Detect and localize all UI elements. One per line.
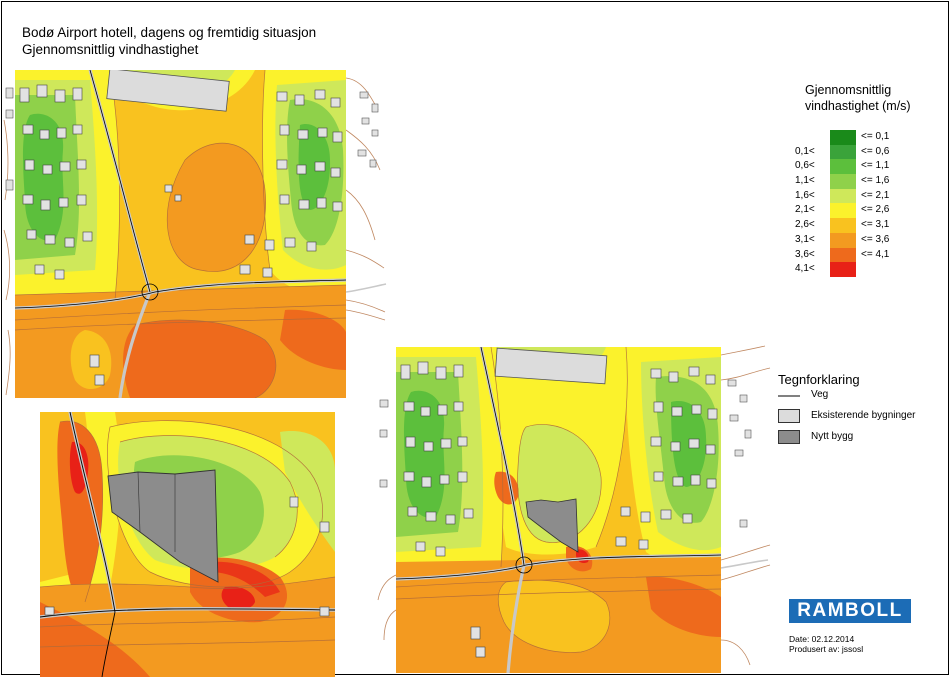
legend-label-nytt-bygg: Nytt bygg bbox=[811, 431, 854, 442]
legend-label-eksisterende: Eksisterende bygninger bbox=[811, 410, 916, 421]
scale-row: 0,6< <= 1,1 bbox=[795, 159, 905, 175]
scale-upper-bound: <= 2,6 bbox=[861, 204, 890, 216]
scale-color-swatch bbox=[830, 218, 856, 233]
scale-color-swatch bbox=[830, 144, 856, 160]
scale-color-swatch bbox=[830, 174, 856, 189]
map-metadata: Date: 02.12.2014 Produsert av: jssosl bbox=[789, 634, 863, 654]
scale-row: 2,6< <= 3,1 bbox=[795, 218, 905, 233]
scale-lower-bound: 2,1< bbox=[795, 204, 815, 216]
scale-lower-bound: 1,6< bbox=[795, 189, 815, 201]
scale-row: <= 0,1 bbox=[795, 130, 905, 145]
scale-row: 3,6< <= 4,1 bbox=[795, 247, 905, 263]
scale-row: 1,1< <= 1,6 bbox=[795, 174, 905, 189]
scale-lower-bound: 0,6< bbox=[795, 160, 815, 172]
new-building-swatch bbox=[778, 430, 800, 444]
scale-title-line-1: Gjennomsnittlig bbox=[805, 83, 892, 97]
scale-upper-bound: <= 1,6 bbox=[861, 175, 890, 187]
scale-upper-bound: <= 1,1 bbox=[861, 160, 890, 172]
scale-row: 3,1< <= 3,6 bbox=[795, 232, 905, 248]
map-new-building-detail[interactable] bbox=[40, 412, 335, 677]
legend-label-veg: Veg bbox=[811, 389, 829, 400]
scale-lower-bound: 3,6< bbox=[795, 248, 815, 260]
scale-lower-bound: 3,1< bbox=[795, 233, 815, 245]
scale-upper-bound: <= 0,1 bbox=[861, 131, 890, 142]
scale-color-swatch bbox=[830, 159, 856, 175]
scale-title: Gjennomsnittlig vindhastighet (m/s) bbox=[805, 82, 911, 114]
scale-color-swatch bbox=[830, 232, 856, 248]
scale-color-swatch bbox=[830, 247, 856, 263]
scale-row: 4,1< bbox=[795, 262, 905, 277]
scale-upper-bound: <= 3,1 bbox=[861, 219, 890, 231]
scale-upper-bound: <= 2,1 bbox=[861, 189, 890, 201]
road-line-icon bbox=[778, 395, 800, 397]
wind-speed-scale: <= 0,1 0,1< <= 0,6 0,6< <= 1,1 1,1< <= 1,6 1,6<… bbox=[795, 130, 905, 277]
scale-upper-bound: <= 0,6 bbox=[861, 145, 890, 157]
scale-row: 0,1< <= 0,6 bbox=[795, 144, 905, 160]
scale-upper-bound: <= 4,1 bbox=[861, 248, 890, 260]
scale-color-swatch bbox=[830, 203, 856, 219]
ramboll-logo: RAMBOLL bbox=[789, 599, 911, 623]
scale-lower-bound: 2,6< bbox=[795, 219, 815, 231]
scale-title-line-2: vindhastighet (m/s) bbox=[805, 99, 911, 113]
scale-color-swatch bbox=[830, 262, 856, 277]
scale-color-swatch bbox=[830, 188, 856, 204]
scale-lower-bound: 4,1< bbox=[795, 263, 815, 275]
date-label: Date: 02.12.2014 bbox=[789, 634, 855, 644]
scale-upper-bound: <= 3,6 bbox=[861, 233, 890, 245]
scale-color-swatch bbox=[830, 130, 856, 145]
scale-lower-bound: 0,1< bbox=[795, 145, 815, 157]
scale-lower-bound: 1,1< bbox=[795, 175, 815, 187]
tegnforklaring-title: Tegnforklaring bbox=[778, 372, 860, 387]
produced-by-label: Produsert av: jssosl bbox=[789, 644, 864, 654]
scale-row: 2,1< <= 2,6 bbox=[795, 203, 905, 219]
map-future-situation[interactable] bbox=[396, 347, 721, 673]
scale-row: 1,6< <= 2,1 bbox=[795, 188, 905, 204]
existing-building-swatch bbox=[778, 409, 800, 423]
map-current-situation[interactable] bbox=[15, 70, 346, 398]
